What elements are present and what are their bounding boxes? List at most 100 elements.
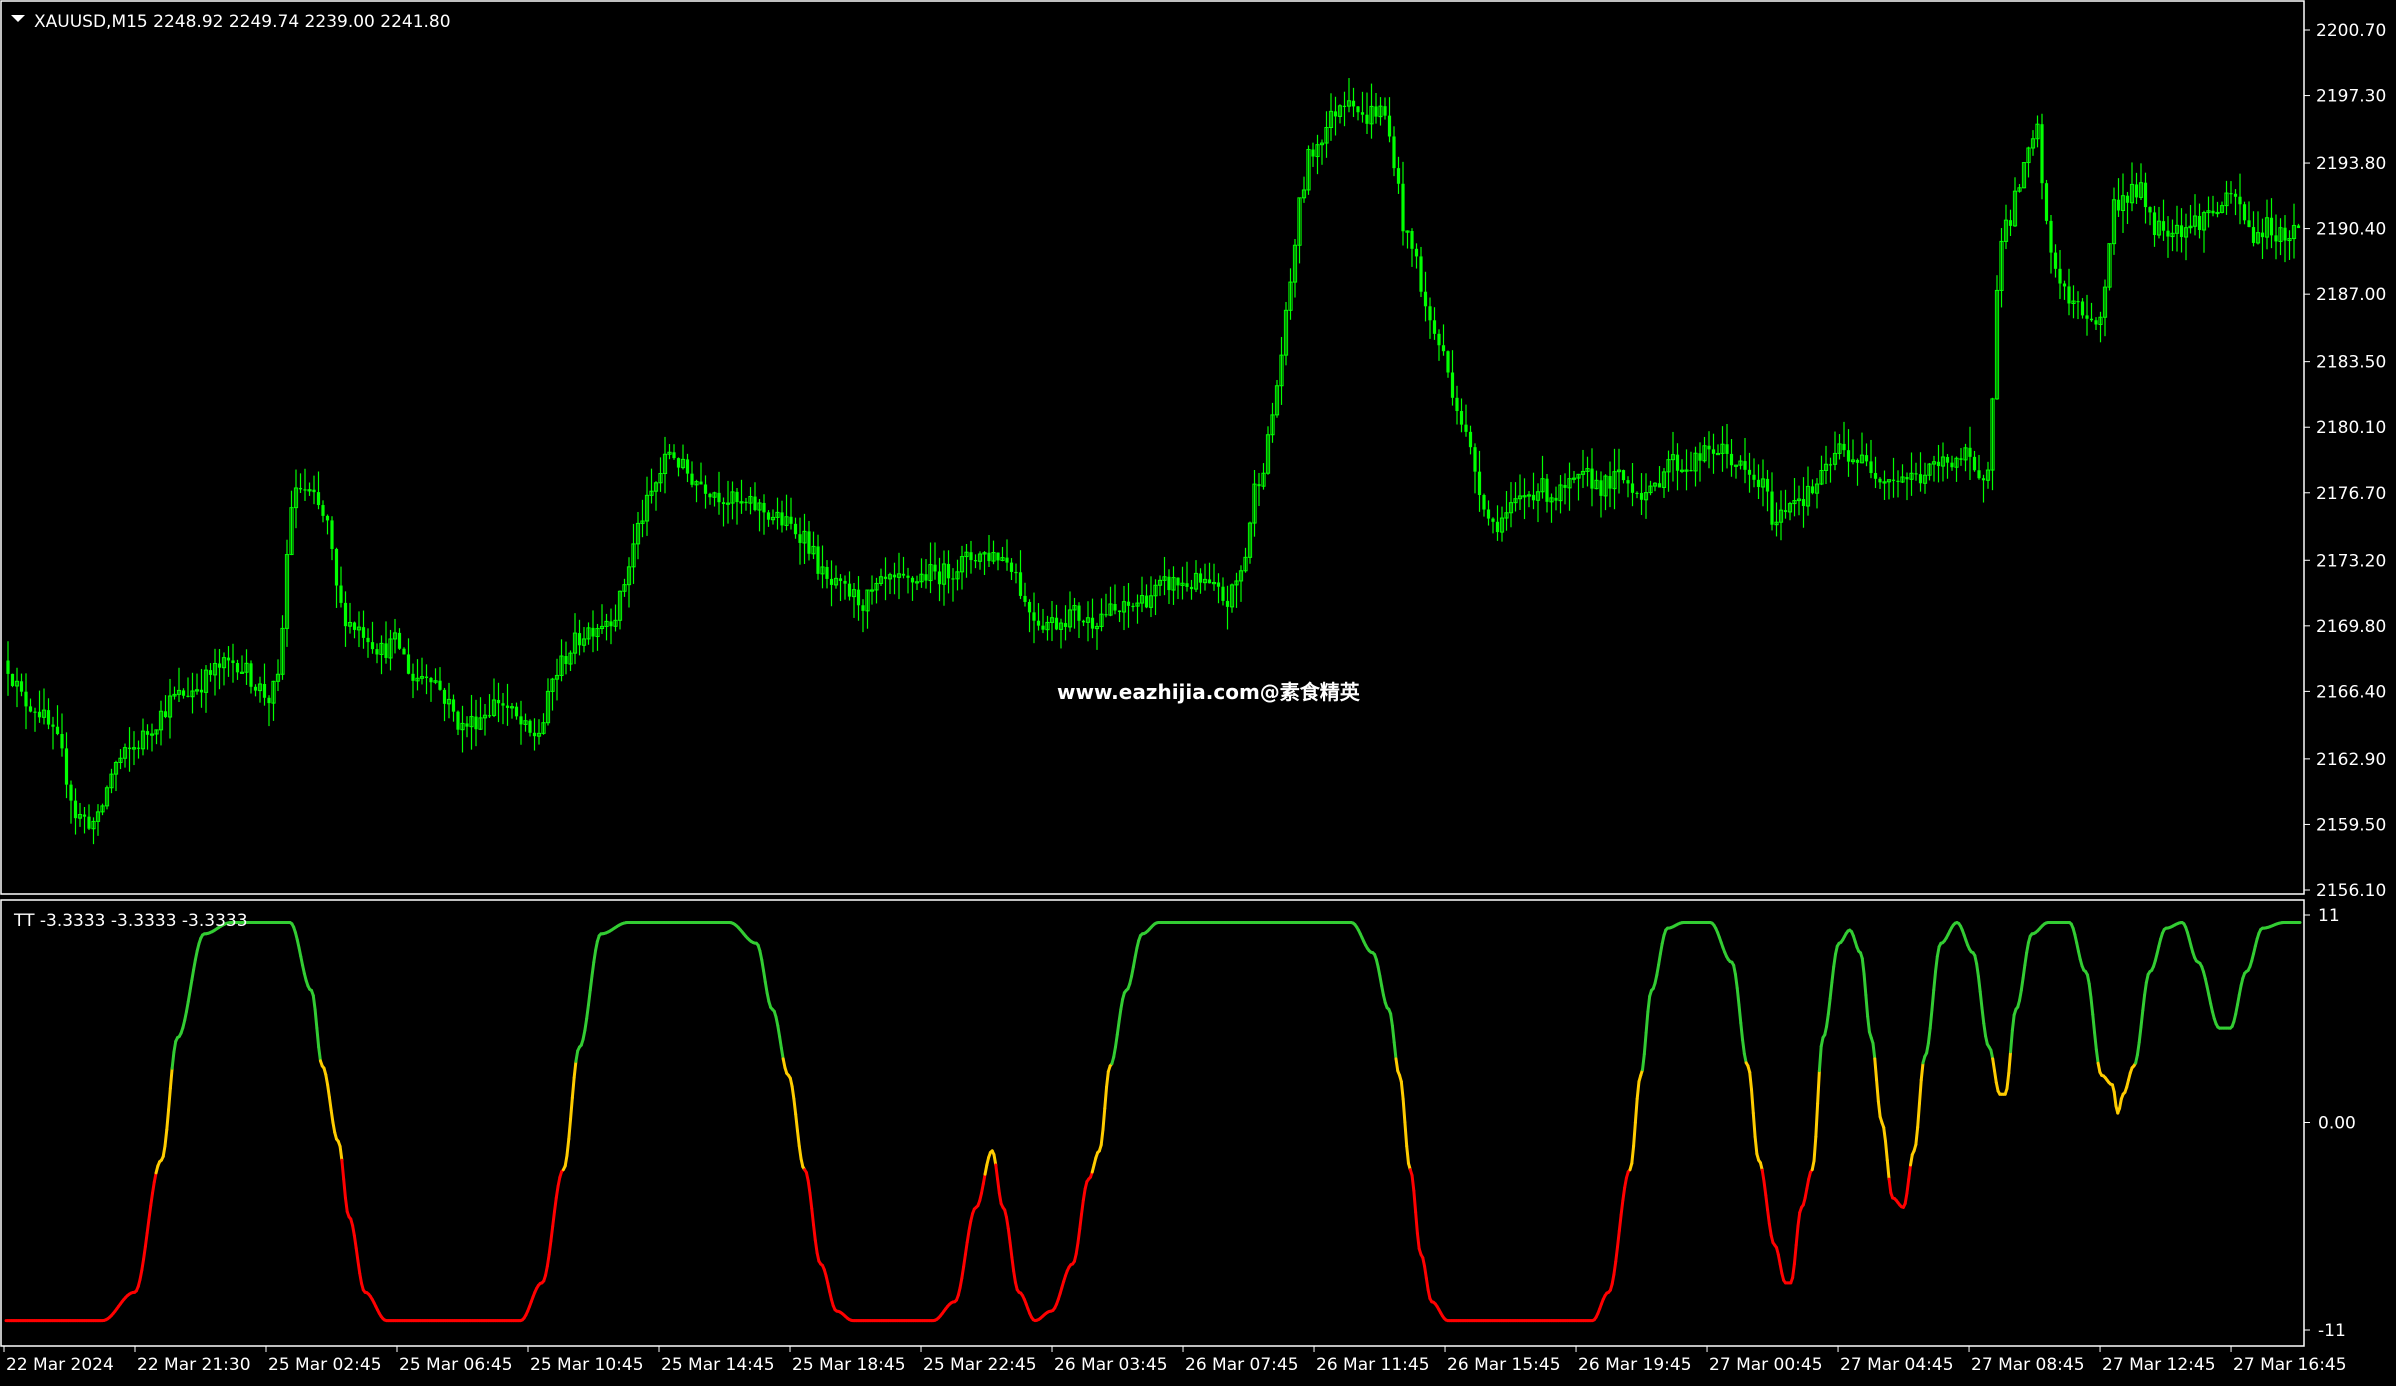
oscillator-segment <box>331 1121 337 1135</box>
oscillator-segment <box>2112 1090 2118 1108</box>
candle-body-down <box>1545 478 1549 502</box>
time-tick-label: 26 Mar 03:45 <box>1054 1355 1168 1375</box>
candle-body-down <box>861 605 865 611</box>
candle-body-down <box>397 632 402 649</box>
candle-body-down <box>2283 227 2287 241</box>
candle-body-down <box>2229 193 2233 195</box>
candle-body-down <box>789 516 793 524</box>
oscillator-segment <box>1978 990 1984 1010</box>
candle-body-down <box>2274 235 2278 242</box>
candle-body-down <box>1144 595 1149 608</box>
candle-body-down <box>384 643 388 658</box>
candle-body-down <box>1950 462 1954 468</box>
candle-body-down <box>316 492 321 506</box>
oscillator-segment <box>1882 1126 1888 1143</box>
candle-body-down <box>2296 225 2301 229</box>
candle-body-down <box>933 564 937 572</box>
watermark: www.eazhijia.com@素食精英 <box>1057 680 1361 704</box>
candle-body-down <box>186 695 190 697</box>
oscillator-segment <box>1817 1044 1823 1073</box>
candle-body-down <box>946 563 951 579</box>
time-tick-label: 26 Mar 19:45 <box>1578 1355 1692 1375</box>
candle-body-down <box>1459 411 1464 425</box>
oscillator-segment <box>549 1224 555 1243</box>
time-tick-label: 27 Mar 16:45 <box>2233 1355 2347 1375</box>
candle-body-down <box>1257 484 1261 487</box>
candle-body-down <box>370 642 375 650</box>
oscillator-segment <box>1975 962 1980 978</box>
oscillator-segment <box>1635 1080 1641 1101</box>
candle-body-down <box>496 699 501 704</box>
candle-body-down <box>2058 268 2062 284</box>
oscillator-segment <box>1006 1227 1012 1244</box>
candle-body-down <box>2134 184 2139 198</box>
oscillator-segment <box>997 1191 1003 1206</box>
oscillator-segment <box>1876 1099 1882 1119</box>
candle-body-down <box>1351 100 1356 107</box>
candle-body-down <box>1018 572 1023 596</box>
price-tick-label: 2200.70 <box>2316 21 2386 41</box>
candle-body-down <box>60 734 64 749</box>
oscillator-segment <box>1796 1210 1802 1228</box>
candle-body-down <box>181 690 186 696</box>
oscillator-segment <box>547 1239 553 1257</box>
candle-body-down <box>375 649 379 655</box>
candle-body-down <box>235 663 240 673</box>
candle-body-down <box>352 622 357 630</box>
oscillator-segment <box>1794 1224 1800 1247</box>
oscillator-segment <box>326 1083 331 1099</box>
oscillator-segment <box>324 1073 330 1087</box>
candle-body-down <box>249 663 253 687</box>
candle-body-down <box>64 748 69 785</box>
oscillator-segment <box>797 1144 803 1161</box>
candle-body-down <box>1968 447 1972 457</box>
oscillator-segment <box>1916 1102 1921 1129</box>
candle-body-down <box>1387 115 1392 137</box>
indicator-tick-label: 11 <box>2318 906 2340 926</box>
price-tick-label: 2159.50 <box>2316 815 2386 835</box>
oscillator-segment <box>1812 1135 1818 1163</box>
candle-body-down <box>1972 456 1977 471</box>
candle-body-down <box>1657 483 1662 488</box>
candle-body-down <box>28 706 33 712</box>
oscillator-segment <box>2025 941 2030 955</box>
oscillator-segment <box>813 1238 819 1255</box>
candle-body-down <box>136 747 141 749</box>
candle-body-down <box>199 689 204 693</box>
oscillator-segment <box>1655 963 1661 977</box>
oscillator-segment <box>812 1223 817 1242</box>
oscillator-segment <box>2091 1012 2097 1034</box>
candle-body-down <box>1167 576 1171 591</box>
candle-body-down <box>1495 521 1500 533</box>
candle-body-down <box>2094 320 2098 325</box>
candle-body-down <box>1590 468 1594 489</box>
oscillator-segment <box>140 1257 146 1272</box>
candle-body-down <box>451 699 456 712</box>
candle-body-down <box>1441 345 1446 352</box>
oscillator-segment <box>1641 1052 1646 1072</box>
candle-body-down <box>2148 207 2152 213</box>
oscillator-segment <box>762 969 767 984</box>
candle-body-down <box>2049 220 2053 253</box>
candle-body-down <box>829 578 834 585</box>
candle-body-down <box>1374 106 1378 117</box>
oscillator-segment <box>2009 1029 2014 1054</box>
candle-body-down <box>1635 492 1639 495</box>
candle-body-down <box>1707 445 1711 450</box>
candle-body-down <box>1855 459 1860 463</box>
oscillator-segment <box>1980 1006 1986 1025</box>
oscillator-segment <box>1614 1245 1620 1264</box>
candle-body-down <box>1009 562 1014 572</box>
price-tick-label: 2173.20 <box>2316 551 2386 571</box>
candle-body-down <box>87 816 91 829</box>
candle-body-down <box>2251 227 2256 243</box>
oscillator-segment <box>315 1026 321 1049</box>
oscillator-segment <box>1617 1213 1623 1233</box>
oscillator-segment <box>354 1246 360 1263</box>
candle-body-down <box>847 583 852 597</box>
candle-body-down <box>1473 447 1477 472</box>
candle-body-down <box>2260 232 2265 238</box>
oscillator-segment <box>1914 1125 1920 1146</box>
candle-body-down <box>1104 614 1108 616</box>
candle-body-down <box>1216 582 1221 587</box>
